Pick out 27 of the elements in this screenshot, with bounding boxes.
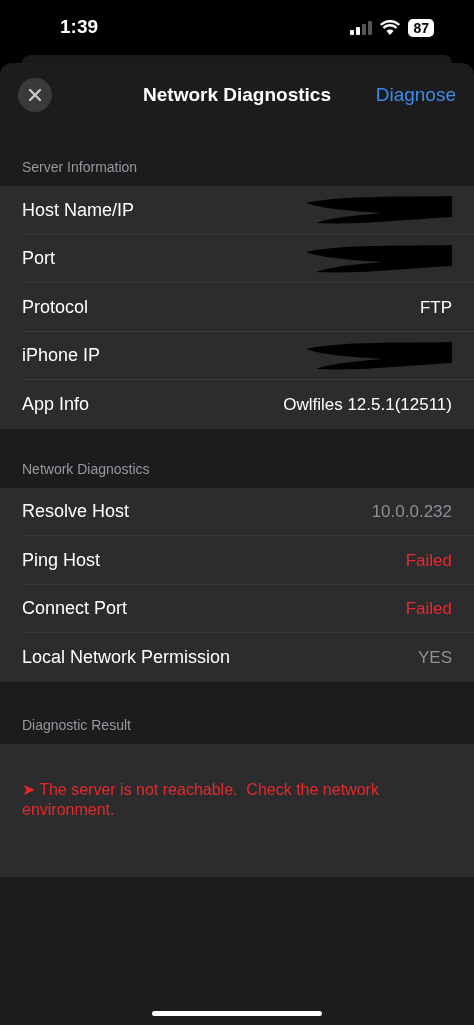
clock: 1:39 <box>60 15 99 40</box>
row-value: Owlfiles 12.5.1(12511) <box>283 393 452 416</box>
section-header: Network Diagnostics <box>22 459 150 479</box>
row-label: Resolve Host <box>22 500 130 524</box>
close-icon <box>28 88 42 102</box>
result-message: ➤ The server is not reachable. Check the network environment. <box>22 779 380 820</box>
close-button[interactable] <box>18 78 52 112</box>
row-value: FTP <box>419 296 452 319</box>
row-label: Port <box>22 247 55 271</box>
row-label: iPhone IP <box>22 344 101 368</box>
row-value: Failed <box>405 598 452 620</box>
row-label: Ping Host <box>22 548 101 572</box>
diagnose-button[interactable]: Diagnose <box>375 80 456 110</box>
battery-indicator: 87 <box>408 18 434 37</box>
row-value: 10.0.0.232 <box>371 501 452 523</box>
row-label: Host Name/IP <box>22 198 135 222</box>
sheet-title: Network Diagnostics <box>143 82 331 107</box>
section-header: Server Information <box>22 158 138 177</box>
row-label: Protocol <box>22 295 89 319</box>
section-header: Diagnostic Result <box>22 715 131 735</box>
row-label: App Info <box>22 392 90 416</box>
row-value: Failed <box>405 549 452 572</box>
row-value: YES <box>417 646 452 669</box>
wifi-icon <box>380 20 401 35</box>
row-label: Local Network Permission <box>22 645 231 669</box>
signal-icon <box>350 20 373 35</box>
row-label: Connect Port <box>22 597 128 621</box>
